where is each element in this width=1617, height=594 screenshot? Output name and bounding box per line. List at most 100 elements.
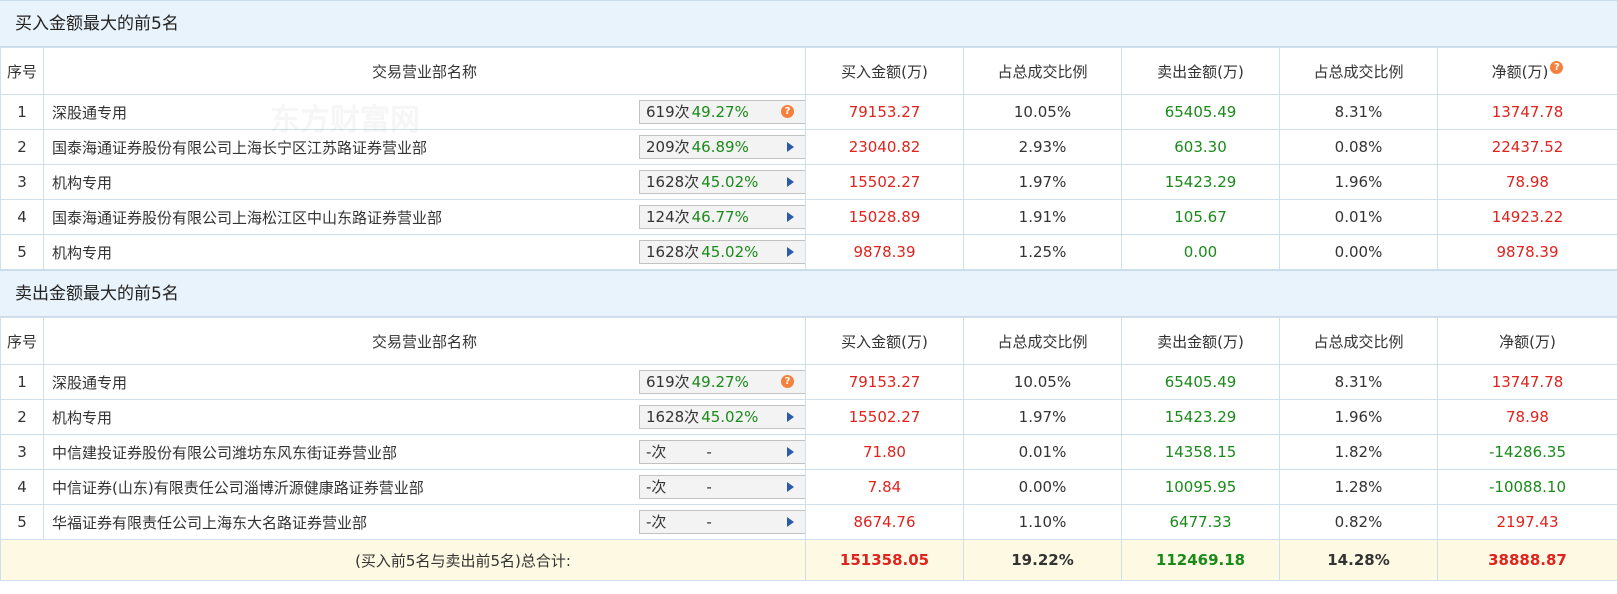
trade-times: 209次 bbox=[646, 138, 690, 156]
header-buy-amount: 买入金额(万) bbox=[805, 47, 964, 95]
row-index: 5 bbox=[0, 504, 44, 540]
header-buy-ratio: 占总成交比例 bbox=[963, 47, 1122, 95]
net-amount: 13747.78 bbox=[1437, 94, 1617, 130]
buy-ratio: 1.25% bbox=[963, 234, 1122, 270]
total-label: (买入前5名与卖出前5名)总合计: bbox=[0, 539, 806, 581]
sell-ratio: 1.96% bbox=[1279, 399, 1438, 435]
broker-stat-badge[interactable]: 209次 46.89% bbox=[639, 135, 805, 159]
arrow-right-icon[interactable] bbox=[787, 447, 794, 457]
net-amount: -10088.10 bbox=[1437, 469, 1617, 505]
header-index: 序号 bbox=[0, 47, 44, 95]
broker-name-link[interactable]: 机构专用 bbox=[52, 174, 112, 192]
broker-stat-badge[interactable]: 619次 49.27%? bbox=[639, 100, 805, 124]
arrow-right-icon[interactable] bbox=[787, 412, 794, 422]
arrow-right-icon[interactable] bbox=[787, 482, 794, 492]
header-sell-ratio: 占总成交比例 bbox=[1279, 47, 1438, 95]
row-index: 3 bbox=[0, 434, 44, 470]
row-index: 2 bbox=[0, 399, 44, 435]
buy-ratio: 1.10% bbox=[963, 504, 1122, 540]
buy-ratio: 2.93% bbox=[963, 129, 1122, 165]
win-rate: 46.89% bbox=[691, 138, 749, 156]
broker-stat-badge[interactable]: -次 - bbox=[639, 475, 805, 499]
buy-amount: 71.80 bbox=[805, 434, 964, 470]
win-rate: 46.77% bbox=[691, 208, 749, 226]
broker-name-link[interactable]: 国泰海通证券股份有限公司上海松江区中山东路证券营业部 bbox=[52, 209, 442, 227]
sell-ratio: 1.96% bbox=[1279, 164, 1438, 200]
broker-name-link[interactable]: 深股通专用 bbox=[52, 374, 127, 392]
help-icon[interactable]: ? bbox=[781, 375, 794, 388]
buy-amount: 7.84 bbox=[805, 469, 964, 505]
help-icon[interactable]: ? bbox=[1550, 60, 1564, 74]
buy-table: 序号 交易营业部名称 买入金额(万) 占总成交比例 卖出金额(万) 占总成交比例… bbox=[0, 47, 1617, 270]
broker-name-link[interactable]: 华福证券有限责任公司上海东大名路证券营业部 bbox=[52, 514, 367, 532]
broker-name-link[interactable]: 深股通专用 bbox=[52, 104, 127, 122]
broker-cell: 深股通专用 619次 49.27%? bbox=[43, 364, 806, 400]
net-amount: 14923.22 bbox=[1437, 199, 1617, 235]
total-sell-ratio: 14.28% bbox=[1279, 539, 1438, 581]
broker-name-link[interactable]: 机构专用 bbox=[52, 244, 112, 262]
net-amount: 2197.43 bbox=[1437, 504, 1617, 540]
row-index: 1 bbox=[0, 364, 44, 400]
total-net: 38888.87 bbox=[1437, 539, 1617, 581]
win-rate: 45.02% bbox=[701, 243, 759, 261]
total-buy: 151358.05 bbox=[805, 539, 964, 581]
broker-stat-badge[interactable]: 1628次 45.02% bbox=[639, 405, 805, 429]
header-sell-amount: 卖出金额(万) bbox=[1121, 47, 1280, 95]
buy-amount: 8674.76 bbox=[805, 504, 964, 540]
sell-amount: 603.30 bbox=[1121, 129, 1280, 165]
sell-ratio: 0.00% bbox=[1279, 234, 1438, 270]
broker-cell: 深股通专用 619次 49.27%? bbox=[43, 94, 806, 130]
trade-times: 1628次 bbox=[646, 243, 700, 261]
buy-amount: 15502.27 bbox=[805, 164, 964, 200]
arrow-right-icon[interactable] bbox=[787, 212, 794, 222]
buy-amount: 9878.39 bbox=[805, 234, 964, 270]
broker-cell: 华福证券有限责任公司上海东大名路证券营业部 -次 - bbox=[43, 504, 806, 540]
sell-amount: 6477.33 bbox=[1121, 504, 1280, 540]
sell-amount: 0.00 bbox=[1121, 234, 1280, 270]
buy-ratio: 1.97% bbox=[963, 399, 1122, 435]
buy-amount: 15028.89 bbox=[805, 199, 964, 235]
broker-stat-badge[interactable]: 619次 49.27%? bbox=[639, 370, 805, 394]
broker-stat-badge[interactable]: -次 - bbox=[639, 510, 805, 534]
row-index: 2 bbox=[0, 129, 44, 165]
broker-name-link[interactable]: 机构专用 bbox=[52, 409, 112, 427]
broker-name-link[interactable]: 中信证券(山东)有限责任公司淄博沂源健康路证券营业部 bbox=[52, 479, 424, 497]
header-net-amount: 净额(万) bbox=[1437, 317, 1617, 365]
header-net-amount: 净额(万)? bbox=[1437, 47, 1617, 95]
total-row: (买入前5名与卖出前5名)总合计: 151358.05 19.22% 11246… bbox=[0, 539, 1617, 581]
trade-times: -次 bbox=[646, 478, 667, 496]
total-buy-ratio: 19.22% bbox=[963, 539, 1122, 581]
arrow-right-icon[interactable] bbox=[787, 177, 794, 187]
arrow-right-icon[interactable] bbox=[787, 517, 794, 527]
arrow-right-icon[interactable] bbox=[787, 142, 794, 152]
total-sell: 112469.18 bbox=[1121, 539, 1280, 581]
sell-amount: 15423.29 bbox=[1121, 164, 1280, 200]
buy-ratio: 1.91% bbox=[963, 199, 1122, 235]
sell-ratio: 1.82% bbox=[1279, 434, 1438, 470]
broker-stat-badge[interactable]: 1628次 45.02% bbox=[639, 240, 805, 264]
broker-cell: 机构专用 1628次 45.02% bbox=[43, 399, 806, 435]
broker-stat-badge[interactable]: -次 - bbox=[639, 440, 805, 464]
sell-amount: 105.67 bbox=[1121, 199, 1280, 235]
buy-amount: 23040.82 bbox=[805, 129, 964, 165]
buy-section-title: 买入金额最大的前5名 bbox=[0, 0, 1617, 47]
help-icon[interactable]: ? bbox=[781, 105, 794, 118]
buy-ratio: 0.00% bbox=[963, 469, 1122, 505]
broker-cell: 中信证券(山东)有限责任公司淄博沂源健康路证券营业部 -次 - bbox=[43, 469, 806, 505]
sell-ratio: 8.31% bbox=[1279, 94, 1438, 130]
buy-amount: 15502.27 bbox=[805, 399, 964, 435]
broker-name-link[interactable]: 国泰海通证券股份有限公司上海长宁区江苏路证券营业部 bbox=[52, 139, 427, 157]
header-index: 序号 bbox=[0, 317, 44, 365]
arrow-right-icon[interactable] bbox=[787, 247, 794, 257]
trade-times: 124次 bbox=[646, 208, 690, 226]
broker-stat-badge[interactable]: 124次 46.77% bbox=[639, 205, 805, 229]
table-row: 4 中信证券(山东)有限责任公司淄博沂源健康路证券营业部 -次 -7.84 0.00% 1… bbox=[0, 469, 1617, 505]
sell-ratio: 8.31% bbox=[1279, 364, 1438, 400]
sell-section-title: 卖出金额最大的前5名 bbox=[0, 270, 1617, 317]
broker-name-link[interactable]: 中信建投证券股份有限公司潍坊东风东街证券营业部 bbox=[52, 444, 397, 462]
win-rate: 49.27% bbox=[691, 103, 749, 121]
broker-stat-badge[interactable]: 1628次 45.02% bbox=[639, 170, 805, 194]
buy-table-header: 序号 交易营业部名称 买入金额(万) 占总成交比例 卖出金额(万) 占总成交比例… bbox=[0, 47, 1617, 95]
header-broker-name: 交易营业部名称 bbox=[43, 317, 806, 365]
trade-times: 1628次 bbox=[646, 408, 700, 426]
